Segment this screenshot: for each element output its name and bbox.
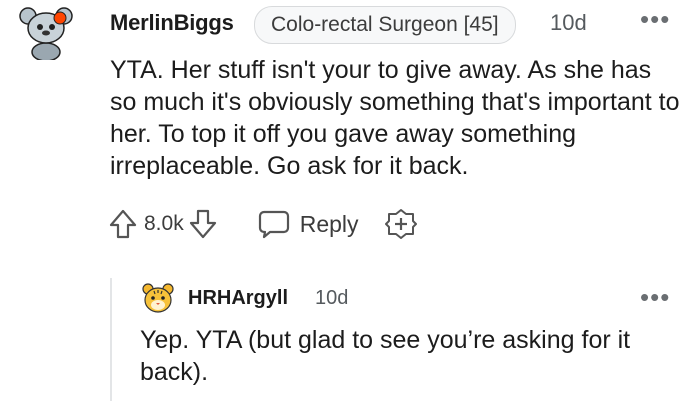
- reply-button-label: Reply: [299, 210, 359, 237]
- speech-bubble-icon: [258, 209, 290, 239]
- tiger-avatar-icon[interactable]: [140, 280, 176, 316]
- snoo-avatar-icon[interactable]: [16, 2, 96, 62]
- add-award-icon[interactable]: [384, 208, 417, 240]
- vote-count: 8.0k: [144, 212, 184, 235]
- user-flair: Colo-rectal Surgeon [45]: [254, 6, 516, 44]
- reply-button[interactable]: Reply: [258, 209, 359, 239]
- reply-timestamp: 10d: [315, 287, 349, 309]
- comment-username[interactable]: MerlinBiggs: [110, 10, 234, 36]
- comment-body: YTA. Her stuff isn't your to give away. …: [110, 56, 680, 180]
- upvote-arrow-icon[interactable]: [108, 208, 138, 240]
- reply-more-options-icon[interactable]: •••: [640, 282, 670, 313]
- comment-timestamp: 10d: [550, 10, 587, 35]
- thread-line[interactable]: [110, 278, 112, 401]
- reply-username[interactable]: HRHArgyll: [188, 287, 288, 310]
- comment-more-options-icon[interactable]: •••: [640, 4, 670, 35]
- downvote-arrow-icon[interactable]: [188, 208, 218, 240]
- comment-action-bar: 8.0k Reply: [108, 204, 417, 244]
- reply-body: Yep. YTA (but glad to see you’re asking …: [140, 326, 631, 386]
